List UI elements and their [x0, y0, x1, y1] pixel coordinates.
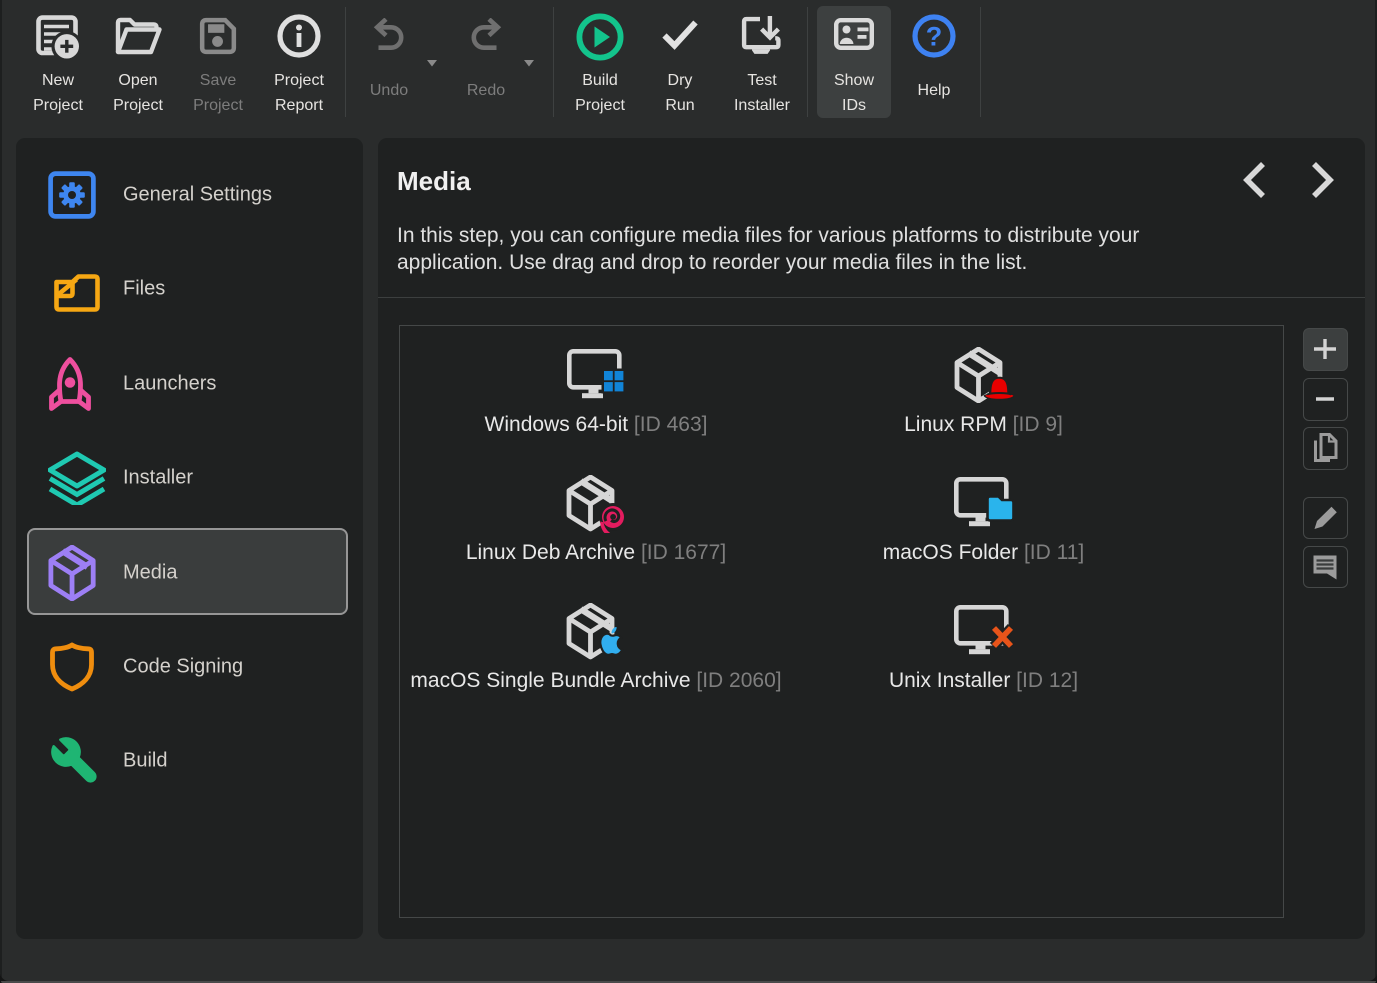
svg-text:?: ? — [926, 22, 943, 52]
